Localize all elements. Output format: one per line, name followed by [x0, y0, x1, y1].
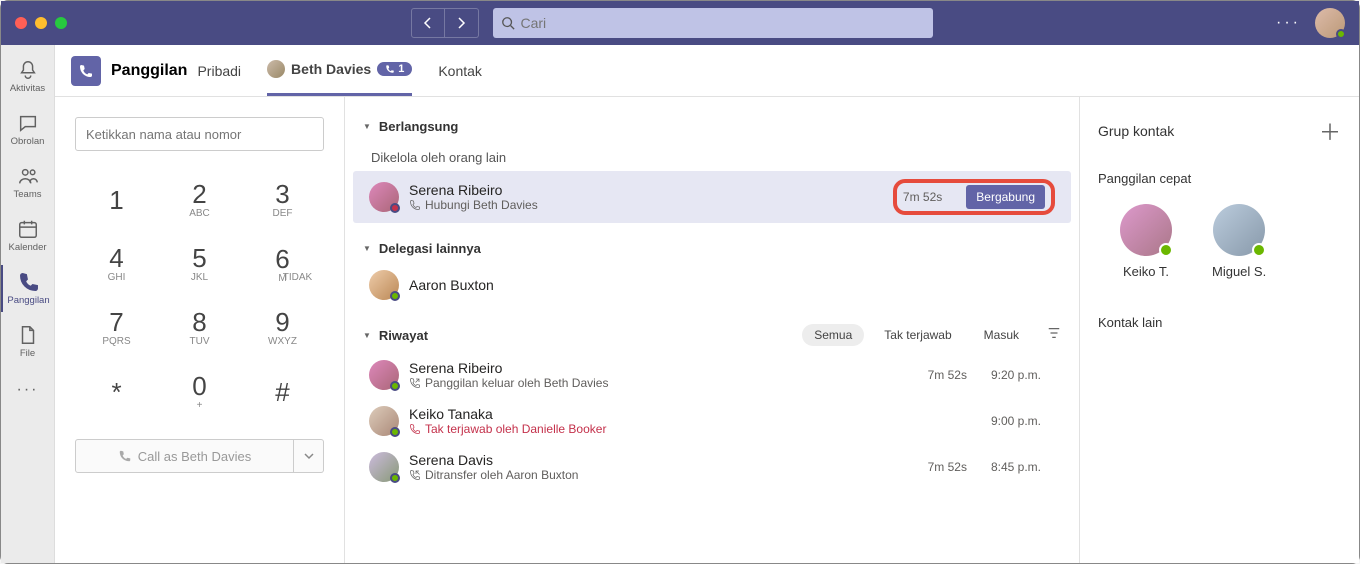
key-0[interactable]: 0+ — [158, 359, 241, 423]
filter-missed[interactable]: Tak terjawab — [872, 324, 963, 346]
phone-icon — [409, 199, 421, 211]
calls-header: Panggilan Pribadi Beth Davies 1 Kontak — [55, 45, 1359, 97]
avatar-icon — [1213, 204, 1265, 256]
key-8[interactable]: 8TUV — [158, 295, 241, 359]
key-7[interactable]: 7PQRS — [75, 295, 158, 359]
contacts-panel: Grup kontak ＋ Panggilan cepat Keiko T. M… — [1079, 97, 1359, 563]
avatar-icon — [369, 360, 399, 390]
transferred-call-icon — [409, 469, 421, 481]
managed-by-label: Dikelola oleh orang lain — [353, 140, 1071, 171]
chat-icon — [17, 112, 39, 134]
speed-dial-contact[interactable]: Keiko T. — [1120, 204, 1172, 279]
rail-files[interactable]: File — [1, 318, 54, 365]
more-button[interactable]: ··· — [1276, 14, 1301, 32]
rail-calls[interactable]: Panggilan — [1, 265, 54, 312]
bell-icon — [17, 59, 39, 81]
chevron-down-icon — [304, 451, 314, 461]
avatar-icon — [369, 406, 399, 436]
history-row[interactable]: Serena Davis Ditransfer oleh Aaron Buxto… — [353, 444, 1071, 490]
key-star[interactable]: * — [75, 359, 158, 423]
section-history[interactable]: ▼ Riwayat — [363, 328, 794, 343]
chevron-down-icon: ▼ — [363, 244, 371, 253]
dialpad-panel: 1 2ABC 3DEF 4GHI 5JKL 6MTIDAK 7PQRS 8TUV… — [55, 97, 345, 563]
calendar-icon — [17, 218, 39, 240]
call-as-dropdown[interactable] — [294, 439, 324, 473]
avatar-icon — [1120, 204, 1172, 256]
chevron-down-icon: ▼ — [363, 122, 371, 131]
app-rail: Aktivitas Obrolan Teams Kalender Panggil… — [1, 45, 55, 563]
window-controls[interactable] — [15, 17, 67, 29]
speed-dial-title: Panggilan cepat — [1098, 171, 1341, 186]
dialpad: 1 2ABC 3DEF 4GHI 5JKL 6MTIDAK 7PQRS 8TUV… — [75, 167, 324, 423]
rail-calendar[interactable]: Kalender — [1, 212, 54, 259]
ongoing-call-row[interactable]: Serena Ribeiro Hubungi Beth Davies 7m 52… — [353, 171, 1071, 223]
history-row[interactable]: Keiko Tanaka Tak terjawab oleh Danielle … — [353, 398, 1071, 444]
rail-more[interactable]: ··· — [1, 375, 54, 405]
key-9[interactable]: 9WXYZ — [241, 295, 324, 359]
speed-dial-contact[interactable]: Miguel S. — [1212, 204, 1266, 279]
tab-beth-davies[interactable]: Beth Davies 1 — [267, 45, 412, 96]
search-input[interactable] — [521, 15, 925, 31]
call-list: ▼ Berlangsung Dikelola oleh orang lain S… — [345, 97, 1079, 563]
key-2[interactable]: 2ABC — [158, 167, 241, 231]
filter-all[interactable]: Semua — [802, 324, 864, 346]
key-4[interactable]: 4GHI — [75, 231, 158, 295]
avatar-icon — [369, 270, 399, 300]
history-row[interactable]: Serena Ribeiro Panggilan keluar oleh Bet… — [353, 352, 1071, 398]
missed-call-icon — [409, 423, 421, 435]
join-button[interactable]: Bergabung — [966, 185, 1045, 209]
teams-icon — [17, 165, 39, 187]
filter-button[interactable] — [1047, 326, 1061, 345]
tab-contacts[interactable]: Kontak — [438, 48, 482, 94]
phone-icon — [385, 64, 395, 74]
nav-back-button[interactable] — [411, 8, 445, 38]
file-icon — [17, 324, 39, 346]
chevron-down-icon: ▼ — [363, 331, 371, 340]
other-contacts-title: Kontak lain — [1098, 315, 1341, 330]
section-ongoing[interactable]: ▼ Berlangsung — [353, 113, 1071, 140]
key-hash[interactable]: # — [241, 359, 324, 423]
phone-icon — [18, 271, 40, 293]
callout-highlight: 7m 52s Bergabung — [893, 179, 1055, 215]
key-1[interactable]: 1 — [75, 167, 158, 231]
call-count-badge: 1 — [377, 62, 412, 76]
avatar-icon — [369, 182, 399, 212]
add-group-button[interactable]: ＋ — [1319, 115, 1341, 147]
phone-icon — [118, 449, 132, 463]
key-6[interactable]: 6MTIDAK — [241, 231, 324, 295]
outgoing-call-icon — [409, 377, 421, 389]
filter-incoming[interactable]: Masuk — [972, 324, 1031, 346]
nav-forward-button[interactable] — [445, 8, 479, 38]
rail-activity[interactable]: Aktivitas — [1, 53, 54, 100]
profile-avatar[interactable] — [1315, 8, 1345, 38]
section-delegates[interactable]: ▼ Delegasi lainnya — [353, 235, 1071, 262]
dial-input[interactable] — [75, 117, 324, 151]
key-5[interactable]: 5JKL — [158, 231, 241, 295]
contact-groups-title: Grup kontak — [1098, 123, 1174, 139]
tab-personal[interactable]: Pribadi — [197, 48, 241, 94]
avatar-icon — [369, 452, 399, 482]
rail-teams[interactable]: Teams — [1, 159, 54, 206]
search-bar[interactable] — [493, 8, 933, 38]
page-title: Panggilan — [111, 62, 187, 80]
rail-chat[interactable]: Obrolan — [1, 106, 54, 153]
call-as-button[interactable]: Call as Beth Davies — [75, 439, 294, 473]
calls-app-icon — [71, 56, 101, 86]
filter-icon — [1047, 326, 1061, 340]
avatar-icon — [267, 60, 285, 78]
delegate-row[interactable]: Aaron Buxton — [353, 262, 1071, 308]
key-3[interactable]: 3DEF — [241, 167, 324, 231]
search-icon — [501, 16, 515, 30]
